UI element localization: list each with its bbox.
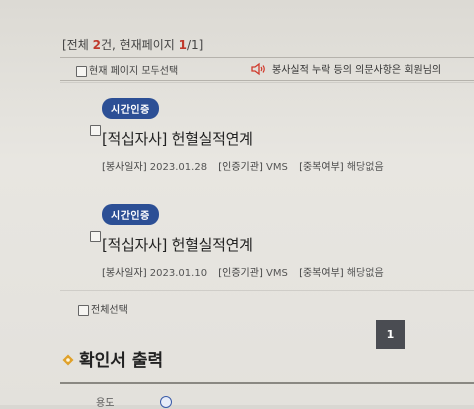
speaker-icon <box>250 62 266 79</box>
item-title[interactable]: [적십자사] 헌혈실적연계 <box>102 234 253 255</box>
item-title[interactable]: [적십자사] 헌혈실적연계 <box>102 128 253 149</box>
duplicate-label: [중복여부] <box>299 268 344 279</box>
agency-value: VMS <box>266 268 288 279</box>
summary-prefix: [전체 <box>62 38 93 52</box>
select-page-checkbox-label[interactable]: 현재 페이지 모두선택 <box>76 62 178 77</box>
select-page-label: 현재 페이지 모두선택 <box>89 66 179 77</box>
page-button-1[interactable]: 1 <box>376 320 405 349</box>
date-label: [봉사일자] <box>102 162 147 173</box>
item-checkbox[interactable] <box>90 125 101 136</box>
notice-text: 봉사실적 누락 등의 의문사항은 회원님의 <box>272 65 442 76</box>
agency-label: [인증기관] <box>218 268 263 279</box>
section-divider <box>60 382 474 384</box>
summary-middle: 건, 현재페이지 <box>100 38 179 52</box>
select-all-checkbox[interactable] <box>78 304 89 316</box>
purpose-radio[interactable] <box>160 396 172 408</box>
divider <box>60 82 474 83</box>
duplicate-label: [중복여부] <box>299 162 344 173</box>
date-value: 2023.01.28 <box>149 162 208 173</box>
item-meta: [봉사일자] 2023.01.10 [인증기관] VMS [중복여부] 해당없음 <box>102 264 392 279</box>
purpose-label: 용도 <box>96 398 115 409</box>
time-cert-badge: 시간인증 <box>102 204 159 225</box>
select-page-checkbox[interactable] <box>76 65 87 77</box>
diamond-bullet-icon <box>62 351 74 371</box>
certificate-title: 확인서 출력 <box>79 351 164 371</box>
time-cert-badge: 시간인증 <box>102 98 159 119</box>
total-count: 2 <box>92 38 101 52</box>
select-all-checkbox-label[interactable]: 전체선택 <box>78 301 128 316</box>
item-checkbox[interactable] <box>90 231 101 242</box>
notice: 봉사실적 누락 등의 의문사항은 회원님의 <box>250 61 441 79</box>
date-label: [봉사일자] <box>102 268 147 279</box>
summary-suffix: /1] <box>186 38 204 52</box>
divider <box>60 290 474 291</box>
page: { "summary": { "prefix": "[전체 ", "total"… <box>0 0 474 409</box>
duplicate-value: 해당없음 <box>346 162 384 173</box>
list-item: 시간인증 [적십자사] 헌혈실적연계 [봉사일자] 2023.01.28 [인증… <box>90 98 430 178</box>
duplicate-value: 해당없음 <box>346 268 384 279</box>
certificate-section-title: 확인서 출력 <box>62 346 163 371</box>
divider <box>60 80 474 81</box>
result-summary: [전체 2건, 현재페이지 1/1] <box>62 36 203 53</box>
agency-value: VMS <box>266 162 288 173</box>
list-item: 시간인증 [적십자사] 헌혈실적연계 [봉사일자] 2023.01.10 [인증… <box>90 204 430 284</box>
current-page: 1 <box>178 38 187 52</box>
date-value: 2023.01.10 <box>149 268 208 279</box>
agency-label: [인증기관] <box>218 162 263 173</box>
list-toolbar: 현재 페이지 모두선택 봉사실적 누락 등의 의문사항은 회원님의 <box>60 58 474 80</box>
item-meta: [봉사일자] 2023.01.28 [인증기관] VMS [중복여부] 해당없음 <box>102 158 392 173</box>
select-all-label: 전체선택 <box>91 305 128 316</box>
